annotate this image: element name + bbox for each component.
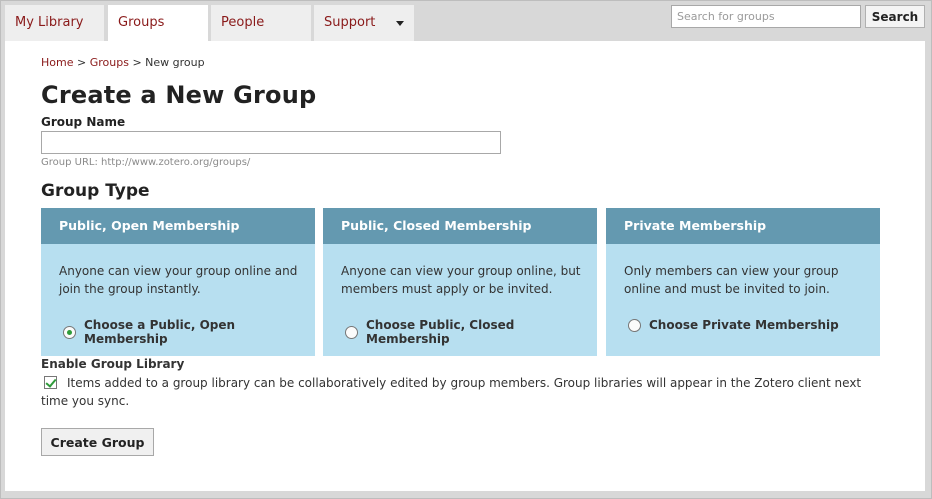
tab-groups[interactable]: Groups	[108, 5, 208, 41]
group-type-title: Group Type	[41, 181, 150, 201]
group-type-card-private: Private Membership Only members can view…	[606, 208, 880, 356]
choice-label: Choose Public, Closed Membership	[366, 318, 515, 346]
breadcrumb-groups-link[interactable]: Groups	[90, 56, 129, 69]
enable-library-text: Items added to a group library can be co…	[41, 376, 862, 408]
breadcrumb-current: New group	[145, 56, 205, 69]
choice-label: Choose a Public, Open Membership	[84, 318, 236, 346]
main-content: Home > Groups > New group Create a New G…	[5, 41, 925, 491]
breadcrumb-home-link[interactable]: Home	[41, 56, 73, 69]
enable-library-checkbox[interactable]	[44, 376, 57, 389]
breadcrumb-separator: >	[132, 56, 142, 69]
create-group-button[interactable]: Create Group	[41, 428, 154, 456]
choice-public-open[interactable]: Choose a Public, Open Membership	[63, 318, 315, 346]
choice-private[interactable]: Choose Private Membership	[628, 318, 839, 332]
group-name-input[interactable]	[41, 131, 501, 154]
group-url-hint: Group URL: http://www.zotero.org/groups/	[41, 157, 251, 168]
group-type-card-public-open: Public, Open Membership Anyone can view …	[41, 208, 315, 356]
card-description: Anyone can view your group online and jo…	[59, 264, 298, 296]
card-description: Anyone can view your group online, but m…	[341, 264, 581, 296]
breadcrumb-separator: >	[76, 56, 87, 69]
search-button[interactable]: Search	[865, 5, 925, 28]
group-type-card-public-closed: Public, Closed Membership Anyone can vie…	[323, 208, 597, 356]
choice-public-closed[interactable]: Choose Public, Closed Membership	[345, 318, 597, 346]
card-header: Public, Closed Membership	[323, 208, 597, 244]
tab-support-label: Support	[324, 15, 376, 30]
choice-label: Choose Private Membership	[649, 318, 839, 332]
tab-my-library[interactable]: My Library	[5, 5, 104, 41]
card-header: Private Membership	[606, 208, 880, 244]
card-header: Public, Open Membership	[41, 208, 315, 244]
search-input[interactable]	[671, 5, 861, 28]
radio-public-open[interactable]	[63, 325, 76, 339]
card-description: Only members can view your group online …	[624, 264, 839, 296]
group-name-label: Group Name	[41, 115, 126, 129]
tab-people[interactable]: People	[211, 5, 311, 41]
tab-support[interactable]: Support	[314, 5, 414, 41]
radio-public-closed[interactable]	[345, 325, 358, 339]
chevron-down-icon	[396, 21, 404, 26]
page-title: Create a New Group	[41, 81, 317, 109]
breadcrumb: Home > Groups > New group	[41, 56, 205, 69]
radio-private[interactable]	[628, 318, 641, 332]
enable-library-label: Enable Group Library	[41, 357, 185, 371]
